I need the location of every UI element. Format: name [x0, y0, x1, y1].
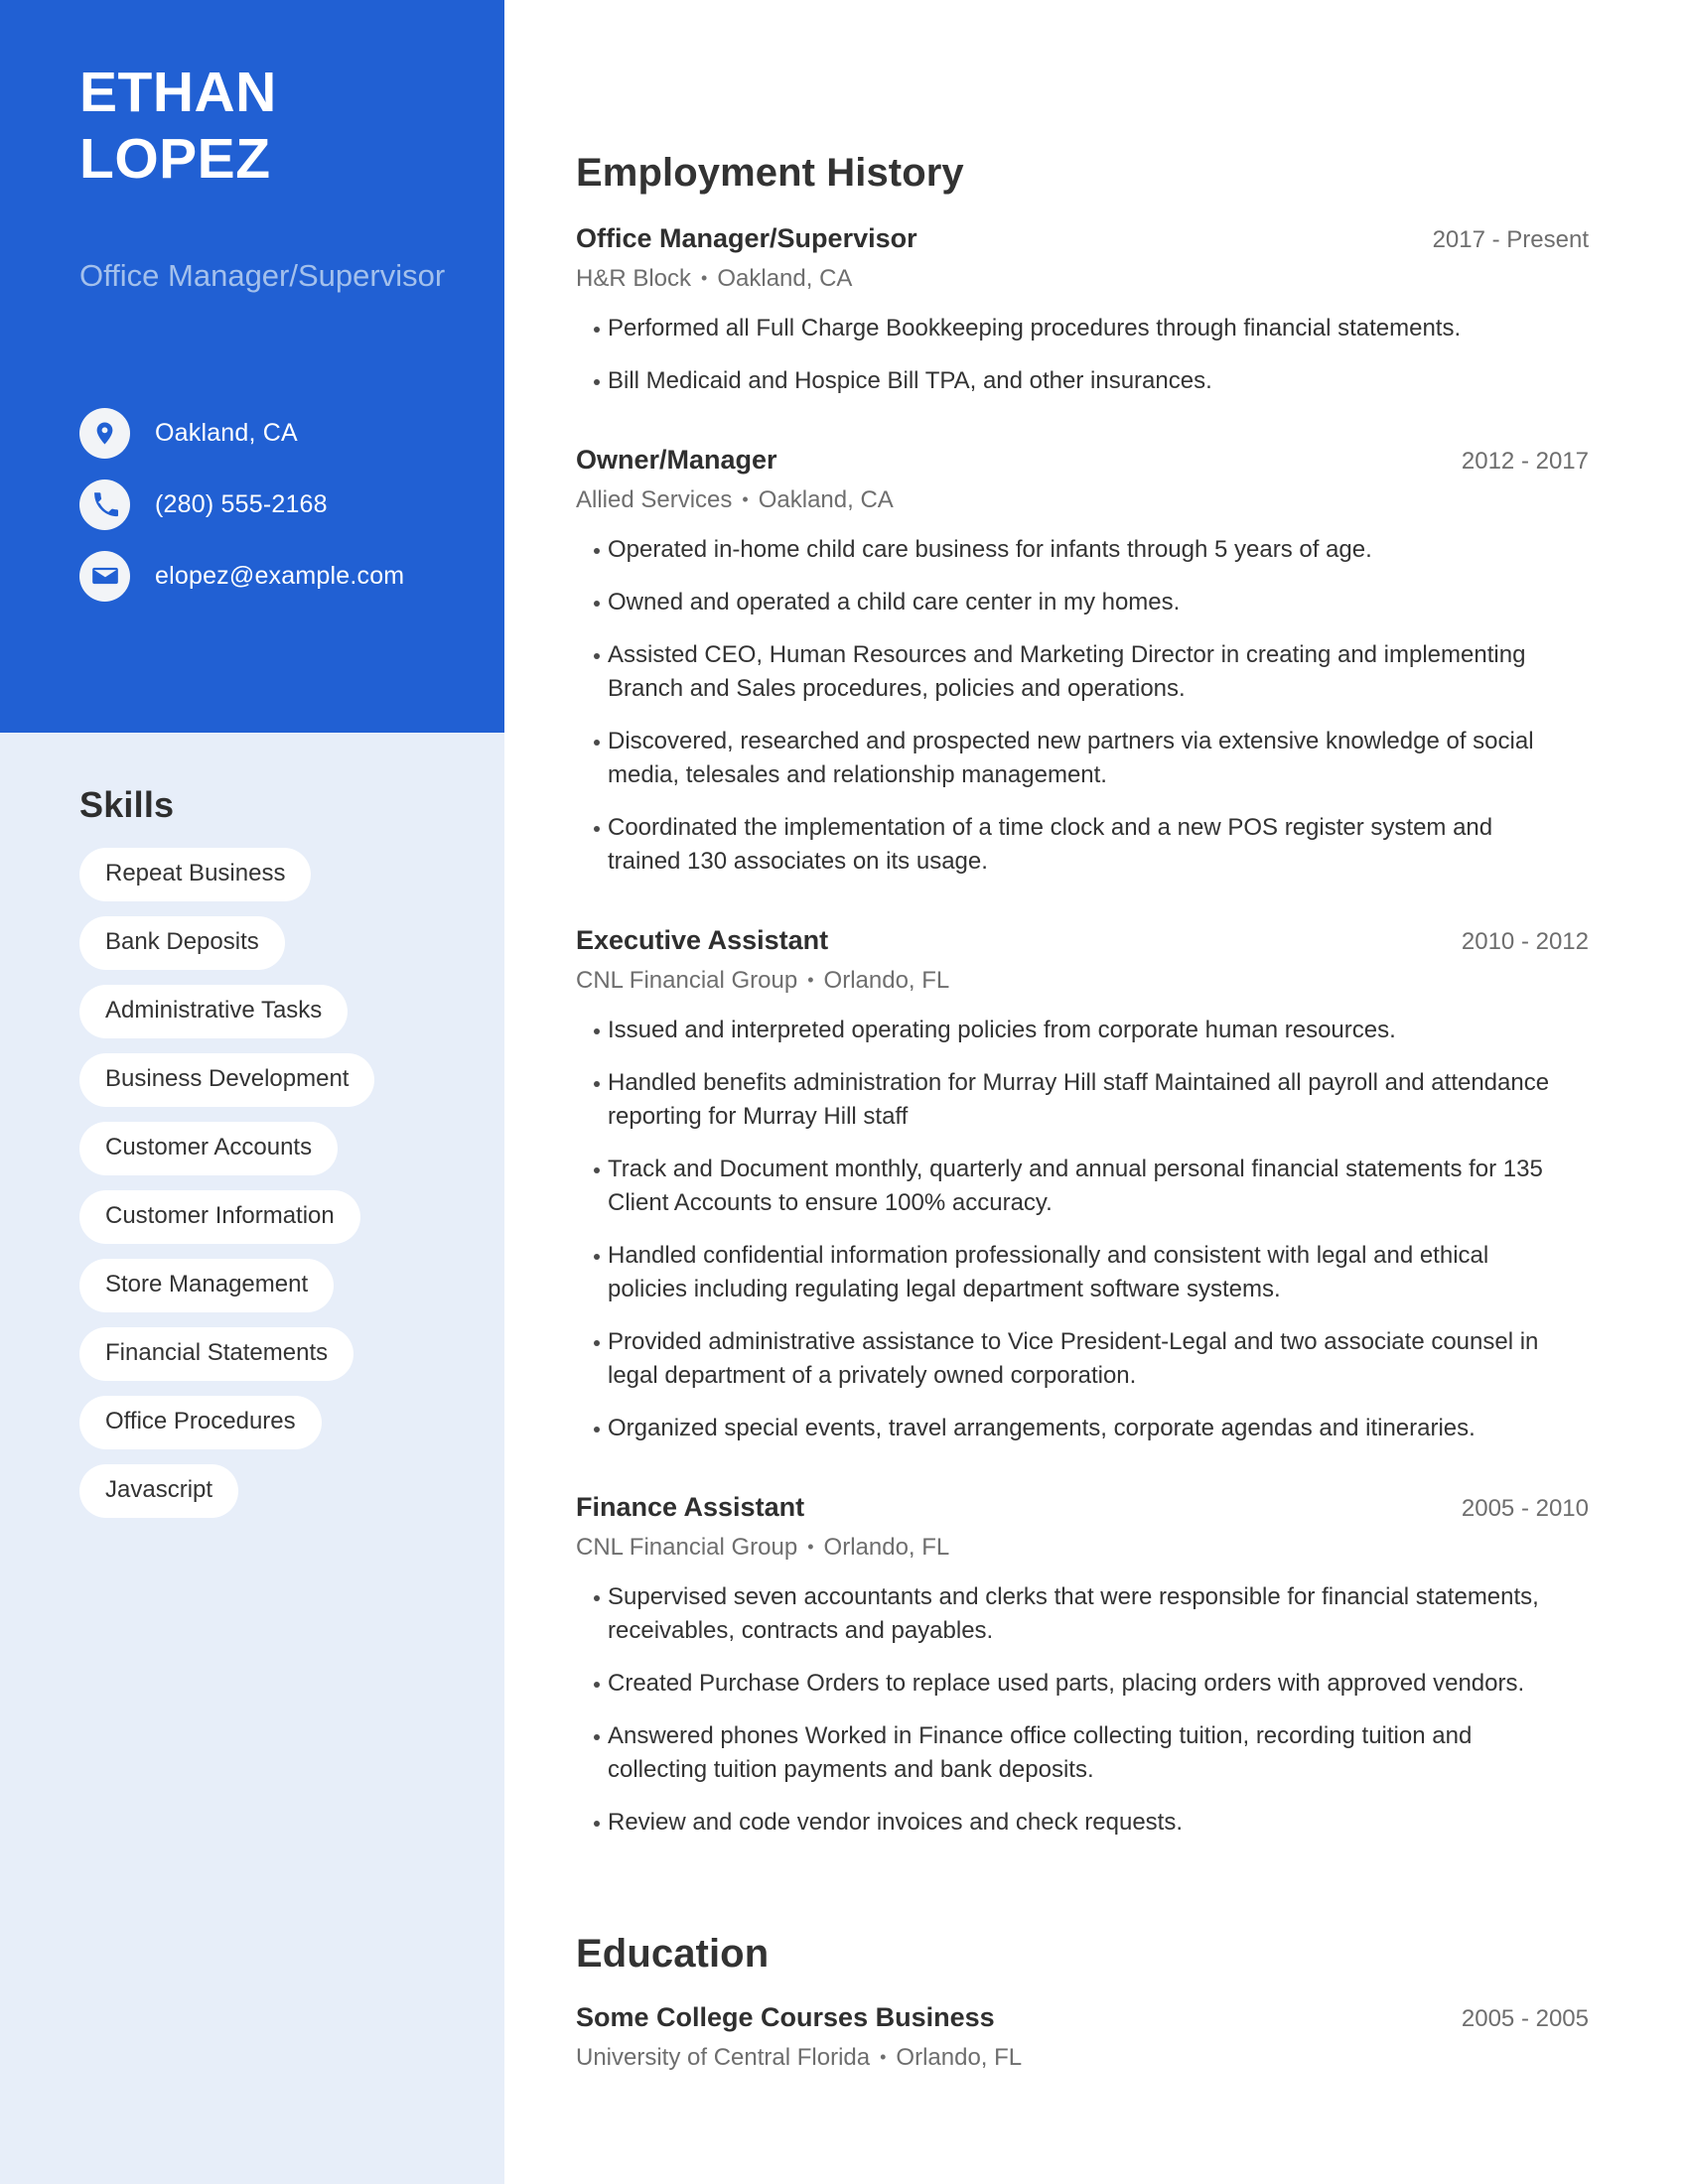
school-location-text: Orlando, FL [896, 2044, 1023, 2071]
degree-dates: 2005 - 2005 [1461, 2005, 1589, 2032]
job-company-location: H&R Block • Oakland, CA [576, 263, 1589, 294]
entry-header: Owner/Manager 2012 - 2017 [576, 443, 1589, 478]
contact-item-phone[interactable]: (280) 555-2168 [79, 469, 496, 540]
skill-pill[interactable]: Store Management [79, 1259, 335, 1312]
employment-entry: Owner/Manager 2012 - 2017 Allied Service… [576, 443, 1589, 879]
job-company: CNL Financial Group [576, 1534, 798, 1561]
job-bullet: Performed all Full Charge Bookkeeping pr… [576, 312, 1554, 345]
contact-list: Oakland, CA (280) 555-2168 elopez@exampl… [79, 397, 496, 612]
main-content: Employment History Office Manager/Superv… [576, 0, 1589, 2073]
school-name: University of Central Florida [576, 2044, 871, 2071]
job-role: Owner/Manager [576, 445, 777, 475]
job-bullets: Supervised seven accountants and clerks … [576, 1580, 1589, 1840]
job-company-location: CNL Financial Group • Orlando, FL [576, 1532, 1589, 1563]
meta-separator-icon: • [807, 970, 814, 990]
job-bullet: Issued and interpreted operating policie… [576, 1014, 1554, 1047]
job-bullet: Assisted CEO, Human Resources and Market… [576, 638, 1554, 706]
meta-separator-icon: • [807, 1537, 814, 1557]
job-company: CNL Financial Group [576, 967, 798, 994]
skill-pill[interactable]: Javascript [79, 1464, 239, 1518]
candidate-name: ETHAN LOPEZ [79, 60, 477, 193]
job-bullet: Operated in-home child care business for… [576, 533, 1554, 567]
entry-header: Some College Courses Business 2005 - 200… [576, 2000, 1589, 2036]
job-bullets: Operated in-home child care business for… [576, 533, 1589, 879]
job-bullet: Discovered, researched and prospected ne… [576, 725, 1554, 792]
job-company: Allied Services [576, 486, 733, 513]
job-bullet: Organized special events, travel arrange… [576, 1412, 1554, 1445]
entry-header: Finance Assistant 2005 - 2010 [576, 1490, 1589, 1526]
entry-header: Office Manager/Supervisor 2017 - Present [576, 221, 1589, 257]
job-company-location: CNL Financial Group • Orlando, FL [576, 965, 1589, 996]
job-bullet: Owned and operated a child care center i… [576, 586, 1554, 619]
job-dates: 2017 - Present [1432, 226, 1589, 253]
job-bullets: Issued and interpreted operating policie… [576, 1014, 1589, 1445]
skill-pill[interactable]: Repeat Business [79, 848, 312, 901]
school-location: University of Central Florida • Orlando, F… [576, 2042, 1589, 2073]
job-bullet: Track and Document monthly, quarterly an… [576, 1153, 1554, 1220]
job-bullet: Created Purchase Orders to replace used … [576, 1667, 1554, 1701]
job-dates: 2010 - 2012 [1461, 928, 1589, 955]
skill-pill[interactable]: Financial Statements [79, 1327, 354, 1381]
job-bullet: Handled benefits administration for Murr… [576, 1066, 1554, 1134]
job-bullets: Performed all Full Charge Bookkeeping pr… [576, 312, 1589, 398]
skill-pill[interactable]: Office Procedures [79, 1396, 322, 1449]
phone-icon [79, 478, 130, 530]
contact-email-text: elopez@example.com [155, 561, 405, 590]
contact-item-location[interactable]: Oakland, CA [79, 397, 496, 469]
skill-pill[interactable]: Bank Deposits [79, 916, 285, 970]
contact-location-text: Oakland, CA [155, 418, 298, 447]
job-company-location: Allied Services • Oakland, CA [576, 484, 1589, 515]
employment-entry: Finance Assistant 2005 - 2010 CNL Financ… [576, 1490, 1589, 1840]
job-bullet: Provided administrative assistance to Vi… [576, 1325, 1554, 1393]
email-envelope-icon [79, 550, 130, 602]
entry-spacer [576, 417, 1589, 443]
contact-phone-text: (280) 555-2168 [155, 489, 328, 518]
meta-separator-icon: • [701, 268, 708, 288]
skill-pill[interactable]: Business Development [79, 1053, 375, 1107]
job-bullet: Answered phones Worked in Finance office… [576, 1719, 1554, 1787]
skill-pill[interactable]: Customer Information [79, 1190, 360, 1244]
entry-header: Executive Assistant 2010 - 2012 [576, 923, 1589, 959]
job-bullet: Review and code vendor invoices and chec… [576, 1806, 1554, 1840]
job-dates: 2012 - 2017 [1461, 448, 1589, 475]
job-company: H&R Block [576, 265, 692, 292]
job-location: Oakland, CA [758, 486, 894, 513]
employment-history-title: Employment History [576, 151, 964, 195]
contact-item-email[interactable]: elopez@example.com [79, 540, 496, 612]
job-role: Executive Assistant [576, 925, 829, 955]
skills-list: Repeat Business Bank Deposits Administra… [0, 848, 504, 1533]
first-name: ETHAN [79, 61, 277, 124]
job-dates: 2005 - 2010 [1461, 1495, 1589, 1522]
sidebar: ETHAN LOPEZ Office Manager/Supervisor Oa… [0, 0, 504, 2184]
job-location: Orlando, FL [823, 1534, 950, 1561]
degree-name: Some College Courses Business [576, 2002, 995, 2032]
job-bullet: Coordinated the implementation of a time… [576, 811, 1554, 879]
resume-page: ETHAN LOPEZ Office Manager/Supervisor Oa… [0, 0, 1688, 2184]
education-entry: Some College Courses Business 2005 - 200… [576, 2000, 1589, 2073]
entry-spacer [576, 897, 1589, 923]
employment-entry: Office Manager/Supervisor 2017 - Present… [576, 221, 1589, 398]
skills-section: Skills Repeat Business Bank Deposits Adm… [0, 784, 504, 1533]
job-bullet: Handled confidential information profess… [576, 1239, 1554, 1306]
skills-section-title: Skills [79, 784, 175, 825]
employment-entry: Executive Assistant 2010 - 2012 CNL Fina… [576, 923, 1589, 1445]
location-pin-icon [79, 407, 130, 459]
last-name: LOPEZ [79, 127, 271, 191]
education-title: Education [576, 1932, 770, 1976]
job-bullet: Bill Medicaid and Hospice Bill TPA, and … [576, 364, 1554, 398]
entry-spacer [576, 1464, 1589, 1490]
job-location: Orlando, FL [823, 967, 950, 994]
candidate-job-title: Office Manager/Supervisor [79, 258, 446, 293]
job-bullet: Supervised seven accountants and clerks … [576, 1580, 1554, 1648]
job-location: Oakland, CA [717, 265, 853, 292]
meta-separator-icon: • [742, 489, 749, 509]
job-role: Finance Assistant [576, 1492, 805, 1522]
skill-pill[interactable]: Customer Accounts [79, 1122, 339, 1175]
skill-pill[interactable]: Administrative Tasks [79, 985, 349, 1038]
meta-separator-icon: • [880, 2047, 887, 2067]
job-role: Office Manager/Supervisor [576, 223, 917, 253]
